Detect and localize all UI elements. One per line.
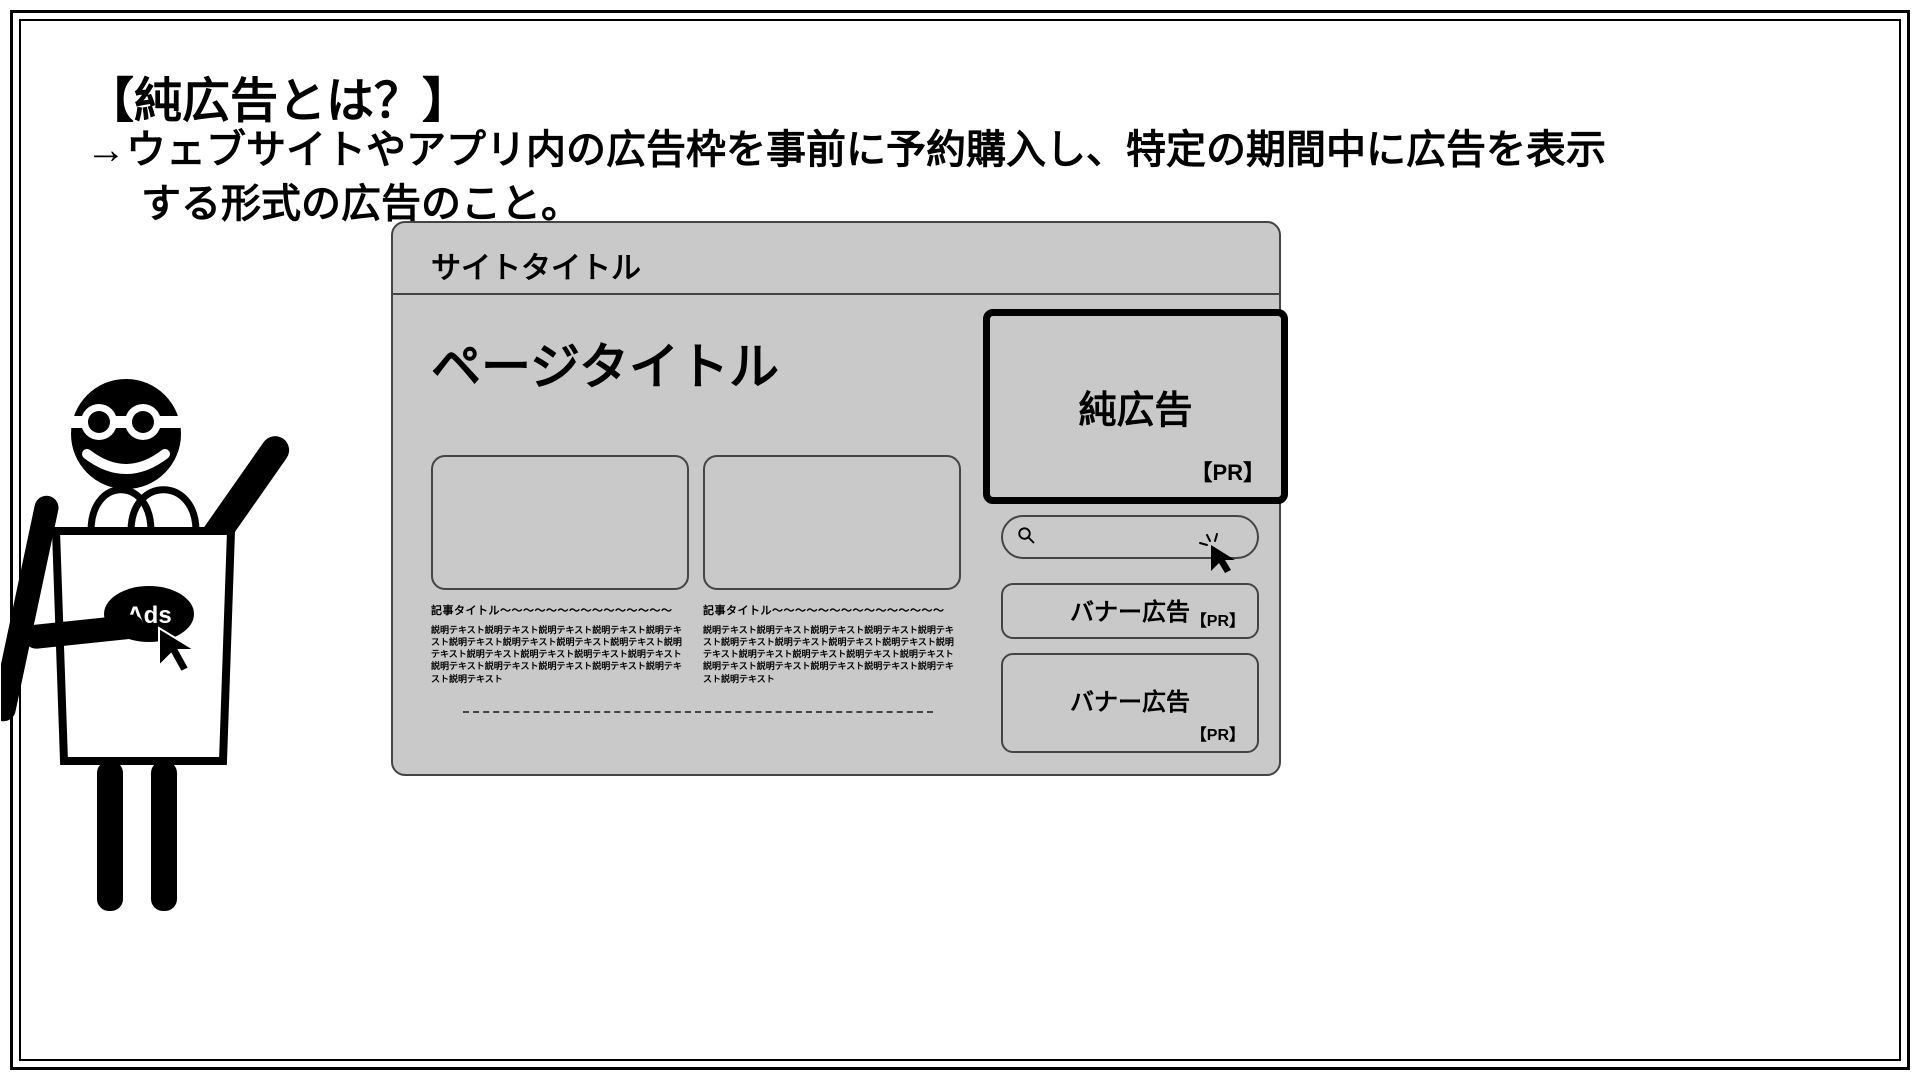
article-card: 記事タイトル～～～～～～～～～～～～～～～ 説明テキスト説明テキスト説明テキスト…	[431, 455, 689, 685]
section-divider	[463, 711, 933, 713]
pure-ad-label: 純広告	[1078, 379, 1192, 434]
banner-ad-label: バナー広告	[1070, 682, 1190, 717]
article-thumbnail	[703, 455, 961, 590]
banner-ad-slot[interactable]: バナー広告 【PR】	[1001, 583, 1259, 639]
article-body: 説明テキスト説明テキスト説明テキスト説明テキスト説明テキスト説明テキスト説明テキ…	[703, 624, 961, 685]
banner-ad-label: バナー広告	[1070, 592, 1190, 627]
article-list: 記事タイトル～～～～～～～～～～～～～～～ 説明テキスト説明テキスト説明テキスト…	[431, 455, 961, 685]
site-title: サイトタイトル	[431, 252, 641, 285]
banner-ad-slot[interactable]: バナー広告 【PR】	[1001, 653, 1259, 753]
slide-heading: 【純広告とは？】	[86, 61, 470, 131]
article-title: 記事タイトル～～～～～～～～～～～～～～～	[431, 602, 689, 618]
outer-frame: 【純広告とは？】 →ウェブサイトやアプリ内の広告枠を事前に予約購入し、特定の期間…	[10, 10, 1910, 1070]
article-card: 記事タイトル～～～～～～～～～～～～～～～ 説明テキスト説明テキスト説明テキスト…	[703, 455, 961, 685]
site-header: サイトタイトル	[393, 223, 1279, 295]
pure-ad-slot[interactable]: 純広告 【PR】	[983, 309, 1288, 504]
article-title: 記事タイトル～～～～～～～～～～～～～～～	[703, 602, 961, 618]
article-thumbnail	[431, 455, 689, 590]
pr-badge: 【PR】	[1190, 455, 1265, 487]
inner-frame: 【純広告とは？】 →ウェブサイトやアプリ内の広告枠を事前に予約購入し、特定の期間…	[19, 19, 1901, 1061]
search-icon	[1017, 526, 1035, 549]
cursor-click-icon	[1197, 531, 1239, 578]
pr-badge: 【PR】	[1191, 607, 1245, 631]
article-body: 説明テキスト説明テキスト説明テキスト説明テキスト説明テキスト説明テキスト説明テキ…	[431, 624, 689, 685]
mascot-illustration: Ads	[1, 366, 341, 956]
slide-description: →ウェブサイトやアプリ内の広告枠を事前に予約購入し、特定の期間中に広告を表示 す…	[86, 123, 1834, 231]
desc-line1: →ウェブサイトやアプリ内の広告枠を事前に予約購入し、特定の期間中に広告を表示	[86, 128, 1606, 172]
pr-badge: 【PR】	[1191, 721, 1245, 745]
